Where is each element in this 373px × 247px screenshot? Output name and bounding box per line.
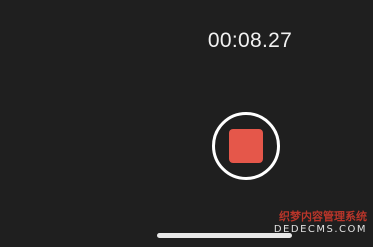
watermark-title: 织梦内容管理系统 xyxy=(279,210,367,223)
home-indicator[interactable] xyxy=(157,233,292,238)
stop-icon xyxy=(229,129,263,163)
recorder-screen: 00:08.27 织梦内容管理系统 DEDECMS.COM xyxy=(0,0,373,247)
elapsed-time: 00:08.27 xyxy=(207,29,293,52)
stop-recording-button[interactable] xyxy=(212,112,280,180)
